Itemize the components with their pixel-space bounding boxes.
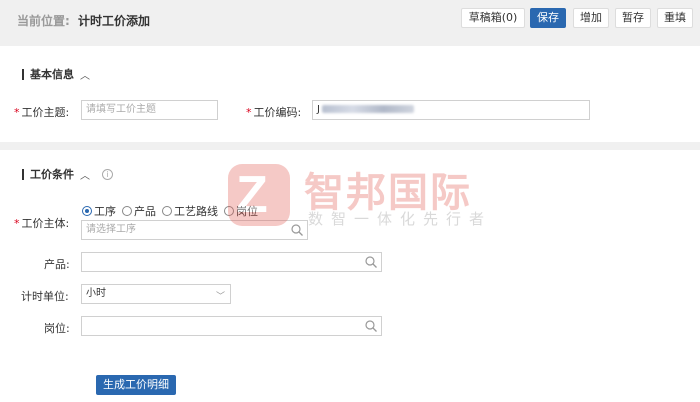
unit-select[interactable]: 小时 ﹀ <box>81 284 231 304</box>
radio-route[interactable]: 工艺路线 <box>162 203 218 219</box>
required-mark: * <box>14 217 20 230</box>
radio-unchecked-icon <box>122 206 132 216</box>
search-icon[interactable] <box>364 255 378 269</box>
topic-label: * 工价主题: <box>14 106 70 119</box>
section-bar <box>22 68 24 80</box>
chevron-up-icon[interactable]: ︿ <box>80 67 90 82</box>
conditions-title: 工价条件 <box>30 168 74 181</box>
reset-button[interactable]: 重填 <box>657 8 693 28</box>
add-button[interactable]: 增加 <box>573 8 609 28</box>
info-icon[interactable]: i <box>102 168 113 180</box>
drafts-button[interactable]: 草稿箱(0) <box>461 8 525 28</box>
topic-input[interactable]: 请填写工价主题 <box>81 100 218 120</box>
code-input[interactable]: J <box>312 100 590 120</box>
product-input[interactable] <box>81 252 382 272</box>
page-title: 计时工价添加 <box>78 14 151 28</box>
generate-price-details-button[interactable]: 生成工价明细 <box>96 375 176 395</box>
unit-label: 计时单位: <box>21 290 69 303</box>
code-label: * 工价编码: <box>246 106 302 119</box>
chevron-down-icon: ﹀ <box>215 292 225 302</box>
subject-label: * 工价主体: <box>14 217 70 230</box>
radio-unchecked-icon <box>224 206 234 216</box>
position-input[interactable] <box>81 316 382 336</box>
basic-info-title: 基本信息 <box>30 68 74 81</box>
radio-unchecked-icon <box>162 206 172 216</box>
search-icon[interactable] <box>290 223 304 237</box>
save-button[interactable]: 保存 <box>530 8 566 28</box>
radio-product[interactable]: 产品 <box>122 203 156 219</box>
conditions-header[interactable]: 工价条件 ︿ i <box>22 166 113 182</box>
breadcrumb-label: 当前位置: <box>17 14 70 28</box>
top-bar: 当前位置: 计时工价添加 草稿箱(0) 保存 增加 暂存 重填 <box>0 0 700 38</box>
radio-position[interactable]: 岗位 <box>224 203 258 219</box>
subject-radio-group: 工序 产品 工艺路线 岗位 <box>82 203 258 219</box>
radio-checked-icon <box>82 206 92 216</box>
chevron-up-icon[interactable]: ︿ <box>80 167 90 182</box>
product-label: 产品: <box>44 258 70 271</box>
basic-info-panel: 基本信息 ︿ * 工价主题: 请填写工价主题 * 工价编码: J <box>0 46 700 142</box>
basic-info-header[interactable]: 基本信息 ︿ <box>22 66 90 82</box>
section-bar <box>22 168 24 180</box>
search-icon[interactable] <box>364 319 378 333</box>
required-mark: * <box>14 106 20 119</box>
redacted-code <box>321 105 414 113</box>
process-select-input[interactable]: 请选择工序 <box>81 220 308 240</box>
position-label: 岗位: <box>44 322 70 335</box>
required-mark: * <box>246 106 252 119</box>
radio-process[interactable]: 工序 <box>82 203 116 219</box>
temp-save-button[interactable]: 暂存 <box>615 8 651 28</box>
conditions-panel: 工价条件 ︿ i <box>0 150 700 402</box>
